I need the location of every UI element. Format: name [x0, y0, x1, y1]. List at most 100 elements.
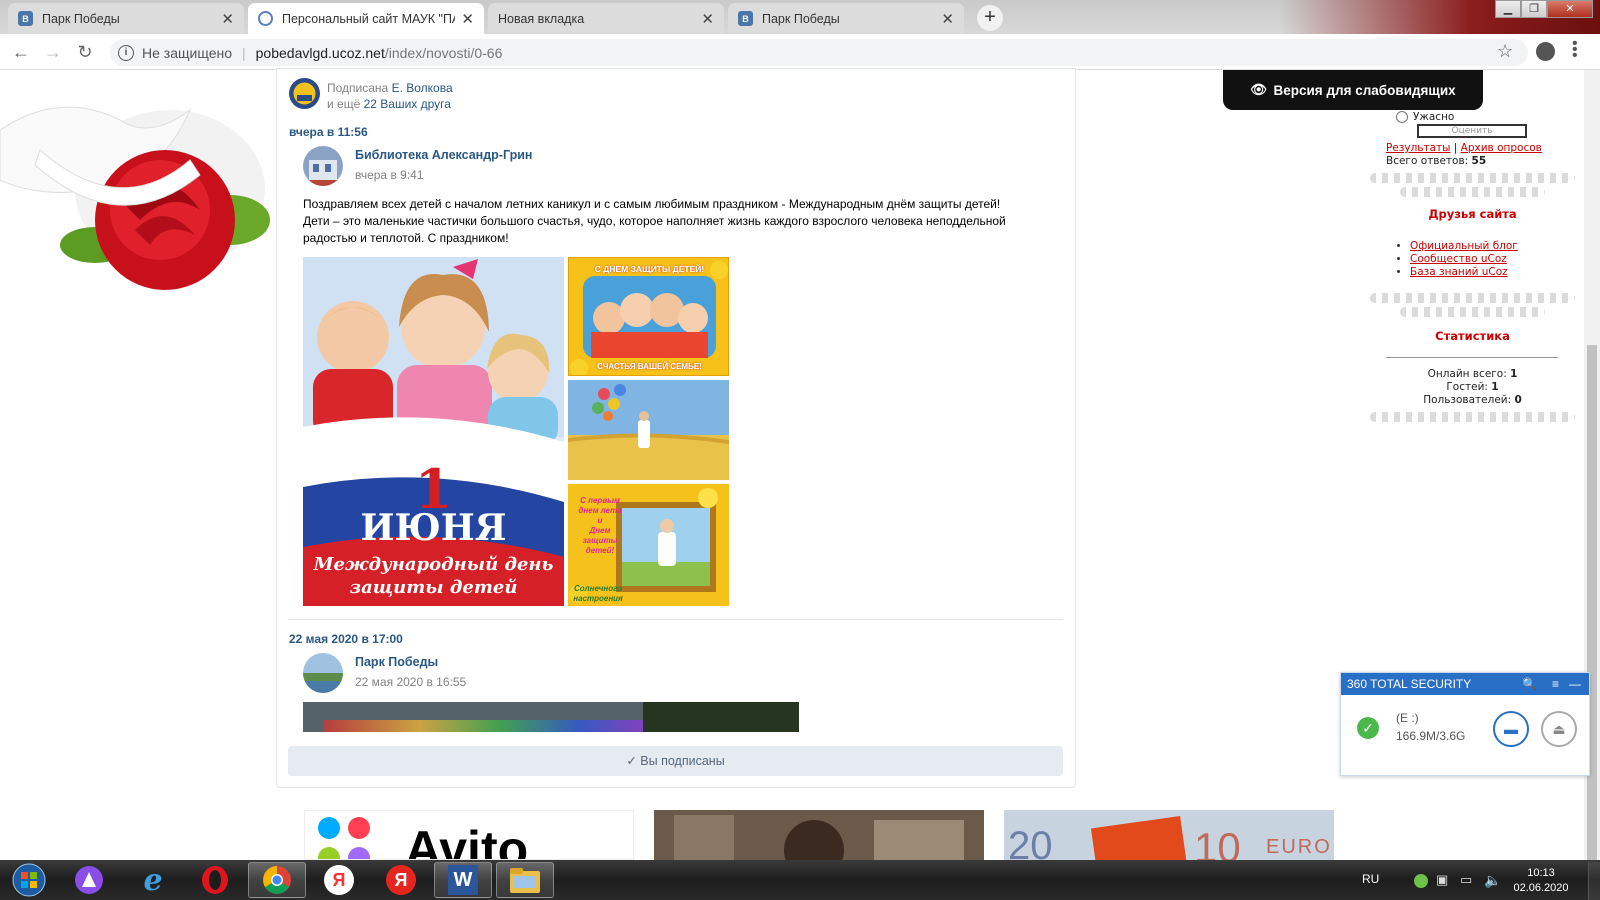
- maximize-button[interactable]: ❐: [1521, 0, 1547, 18]
- group-avatar[interactable]: [289, 78, 320, 109]
- language-indicator[interactable]: RU: [1362, 872, 1379, 886]
- security-360-popup: 360 TOTAL SECURITY 🔍 ≡ — ✓ (E :) 166.9M/…: [1340, 672, 1590, 776]
- internet-explorer-icon: e: [143, 862, 163, 898]
- post-image-greeting[interactable]: С ДНЕМ ЗАЩИТЫ ДЕТЕЙ! СЧАСТЬЯ ВАШЕЙ СЕМЬЕ…: [568, 257, 729, 376]
- friends-more-link[interactable]: 22 Ваших друга: [364, 97, 451, 111]
- banknote-value: 10: [1194, 824, 1241, 860]
- taskbar-alice[interactable]: [60, 862, 118, 898]
- info-icon[interactable]: i: [118, 44, 134, 61]
- accessibility-label: Версия для слабовидящих: [1273, 82, 1456, 98]
- scrollbar-thumb[interactable]: [1587, 345, 1597, 860]
- post-image-balloons[interactable]: [568, 380, 729, 480]
- summer-line: защиты: [582, 536, 618, 545]
- account-icon[interactable]: [1536, 42, 1555, 61]
- poll-option[interactable]: Ужасно: [1396, 111, 1454, 123]
- menu-kebab-icon[interactable]: • • •: [1572, 36, 1578, 64]
- banknote-currency: EURO: [1266, 836, 1332, 858]
- taskbar-explorer[interactable]: [496, 862, 554, 898]
- alice-icon: [75, 866, 103, 894]
- open-folder-button[interactable]: ▬: [1493, 711, 1529, 747]
- summer-line: днем лета: [578, 506, 622, 515]
- new-tab-button[interactable]: +: [977, 5, 1003, 31]
- vk-icon: В: [18, 11, 33, 26]
- radio-button[interactable]: [1396, 111, 1408, 123]
- post-author[interactable]: Библиотека Александр-Грин: [355, 148, 532, 162]
- taskbar-yandex-browser[interactable]: Я: [310, 862, 368, 898]
- search-icon[interactable]: 🔍: [1522, 673, 1537, 695]
- post-timestamp[interactable]: вчера в 11:56: [289, 125, 368, 139]
- friends-link-community: Сообщество uCoz: [1410, 253, 1518, 266]
- forward-arrow-icon[interactable]: →: [41, 40, 65, 64]
- taskbar-yandex[interactable]: Я: [372, 862, 430, 898]
- tab-park-pobedy-2[interactable]: В Парк Победы ✕: [728, 3, 964, 34]
- taskbar-ie[interactable]: e: [124, 862, 182, 898]
- post-time[interactable]: вчера в 9:41: [355, 168, 424, 182]
- online-value: 1: [1510, 368, 1518, 380]
- yandex-icon: Я: [324, 865, 354, 895]
- tab-park-pobedy-1[interactable]: В Парк Победы ✕: [8, 3, 244, 34]
- post-text-line: Поздравляем всех детей с началом летних …: [303, 197, 1001, 211]
- clock[interactable]: 10:13 02.06.2020: [1510, 866, 1572, 896]
- show-desktop-button[interactable]: [1588, 862, 1600, 900]
- taskbar-word[interactable]: W: [434, 862, 492, 898]
- drive-size: 166.9M/3.6G: [1396, 729, 1466, 743]
- close-icon[interactable]: ✕: [461, 10, 474, 28]
- reload-icon[interactable]: ↻: [73, 40, 97, 64]
- start-button[interactable]: [0, 862, 58, 898]
- menu-icon[interactable]: ≡: [1552, 673, 1559, 695]
- accessibility-version-button[interactable]: 👁 Версия для слабовидящих: [1223, 70, 1483, 110]
- close-icon[interactable]: ✕: [221, 10, 234, 28]
- total-label: Всего ответов:: [1386, 155, 1469, 167]
- tab-label: Персональный сайт МАУК "ПАР: [282, 11, 456, 26]
- summer-line: и: [597, 516, 603, 525]
- tray-device-icon[interactable]: ▣: [1436, 872, 1448, 888]
- poll-option-label: Ужасно: [1413, 111, 1455, 123]
- friend-link[interactable]: Е. Волкова: [392, 81, 453, 95]
- folder-icon: [510, 868, 540, 893]
- post-time[interactable]: 22 мая 2020 в 16:55: [355, 675, 466, 689]
- ad-euro[interactable]: 20 10 EURO: [1004, 810, 1334, 860]
- word-icon: W: [448, 865, 478, 895]
- tab-new-tab[interactable]: Новая вкладка ✕: [488, 3, 724, 34]
- park-avatar[interactable]: [303, 653, 343, 693]
- check-circle-icon: ✓: [1357, 717, 1379, 739]
- back-arrow-icon[interactable]: ←: [9, 40, 33, 64]
- ad-avito[interactable]: Avito: [304, 810, 634, 860]
- eject-button[interactable]: ⏏: [1541, 711, 1577, 747]
- tab-personal-site[interactable]: Персональный сайт МАУК "ПАР ✕: [248, 3, 484, 34]
- post-timestamp[interactable]: 22 мая 2020 в 17:00: [289, 632, 403, 646]
- post-author[interactable]: Парк Победы: [355, 655, 438, 669]
- address-bar[interactable]: i Не защищено | pobedavlgd.ucoz.net /ind…: [110, 39, 1528, 66]
- clock-time: 10:13: [1527, 867, 1555, 879]
- clock-date: 02.06.2020: [1513, 882, 1569, 894]
- eye-icon: 👁: [1250, 82, 1268, 97]
- ad-photo[interactable]: [654, 810, 984, 860]
- yandex-search-icon: Я: [386, 865, 416, 895]
- results-link[interactable]: Результаты: [1386, 142, 1450, 154]
- post-image-park[interactable]: [303, 702, 799, 732]
- url-path: /index/novosti/0-66: [384, 44, 503, 61]
- rose-decoration-image: [0, 106, 270, 290]
- archive-link[interactable]: Архив опросов: [1461, 142, 1542, 154]
- tray-network-icon[interactable]: ▭: [1460, 872, 1472, 888]
- close-window-button[interactable]: ✕: [1547, 0, 1593, 18]
- taskbar-opera[interactable]: [186, 862, 244, 898]
- minimize-icon[interactable]: —: [1569, 673, 1581, 695]
- post-image-june1[interactable]: 1 ИЮНЯ Международный день защиты детей: [303, 257, 564, 606]
- friends-title: Друзья сайта: [1428, 207, 1517, 221]
- library-avatar[interactable]: [303, 146, 343, 186]
- poll-submit-button[interactable]: Оценить: [1417, 124, 1527, 138]
- close-icon[interactable]: ✕: [941, 10, 954, 28]
- taskbar-chrome[interactable]: [248, 862, 306, 898]
- subscribed-button[interactable]: ✓ Вы подписаны: [288, 746, 1063, 776]
- users-label: Пользователей:: [1423, 394, 1512, 406]
- minimize-button[interactable]: ▁: [1495, 0, 1521, 18]
- tray-volume-icon[interactable]: 🔈: [1484, 872, 1501, 889]
- post-image-summer[interactable]: С первым днем лета и Днем защиты детей! …: [568, 484, 729, 606]
- close-icon[interactable]: ✕: [701, 10, 714, 28]
- users-value: 0: [1514, 394, 1522, 406]
- subscribed-more-prefix: и ещё: [327, 97, 361, 111]
- bookmark-star-icon[interactable]: ☆: [1497, 41, 1513, 62]
- post-text-line: Дети – это маленькие частички большого с…: [303, 214, 1006, 228]
- tray-security-icon[interactable]: [1414, 874, 1428, 888]
